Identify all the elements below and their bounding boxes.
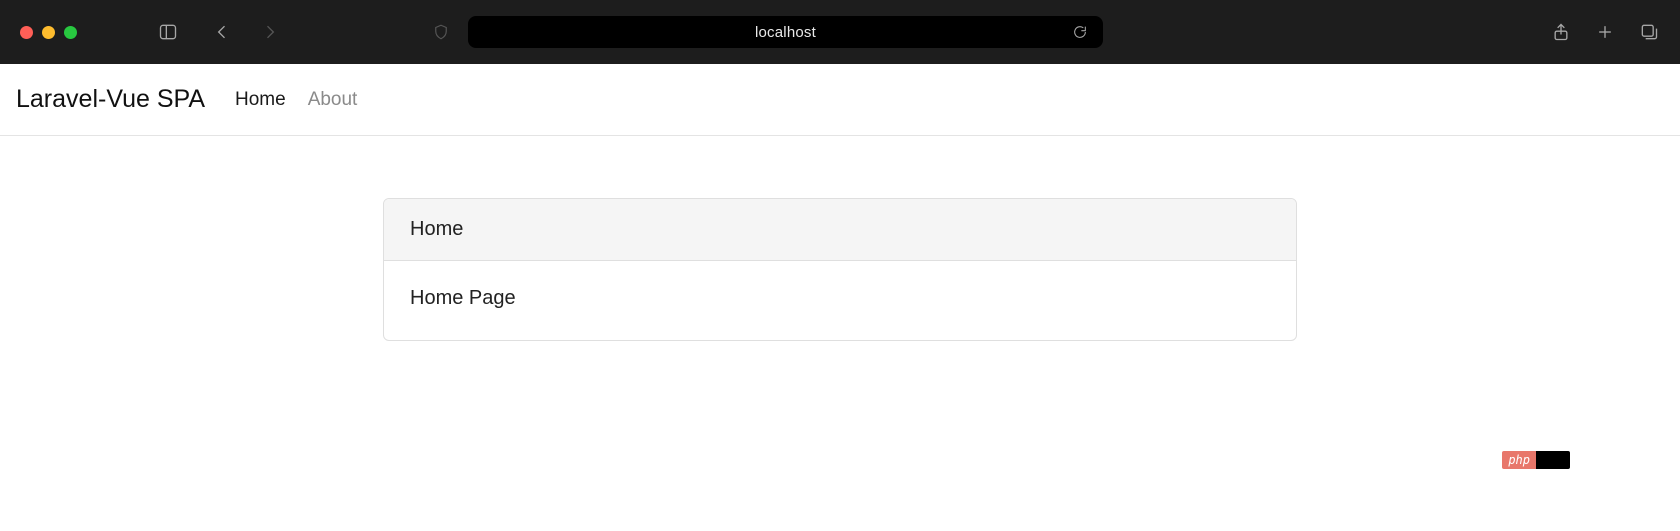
browser-chrome: localhost <box>0 0 1680 64</box>
toolbar-right <box>1550 21 1660 43</box>
card-title: Home <box>384 199 1296 261</box>
card-body: Home Page <box>384 261 1296 340</box>
nav-link-about[interactable]: About <box>308 89 358 111</box>
minimize-window-icon[interactable] <box>42 26 55 39</box>
close-window-icon[interactable] <box>20 26 33 39</box>
site-brand[interactable]: Laravel-Vue SPA <box>16 85 205 114</box>
url-text: localhost <box>755 24 816 41</box>
privacy-shield-icon[interactable] <box>430 21 452 43</box>
back-icon[interactable] <box>211 21 233 43</box>
forward-icon[interactable] <box>259 21 281 43</box>
new-tab-icon[interactable] <box>1594 21 1616 43</box>
share-icon[interactable] <box>1550 21 1572 43</box>
window-controls <box>20 26 77 39</box>
sidebar-toggle-icon[interactable] <box>157 21 179 43</box>
reload-icon[interactable] <box>1069 21 1091 43</box>
site-navbar: Laravel-Vue SPA Home About <box>0 64 1680 136</box>
nav-link-home[interactable]: Home <box>235 89 286 111</box>
content-card: Home Home Page <box>383 198 1297 341</box>
fullscreen-window-icon[interactable] <box>64 26 77 39</box>
watermark-bar <box>1536 451 1570 469</box>
nav-links: Home About <box>235 89 357 111</box>
address-bar[interactable]: localhost <box>468 16 1103 48</box>
tabs-overview-icon[interactable] <box>1638 21 1660 43</box>
nav-arrows <box>211 21 281 43</box>
page-container: Home Home Page <box>0 136 1680 341</box>
watermark: php <box>1502 451 1570 469</box>
watermark-label: php <box>1502 451 1536 469</box>
